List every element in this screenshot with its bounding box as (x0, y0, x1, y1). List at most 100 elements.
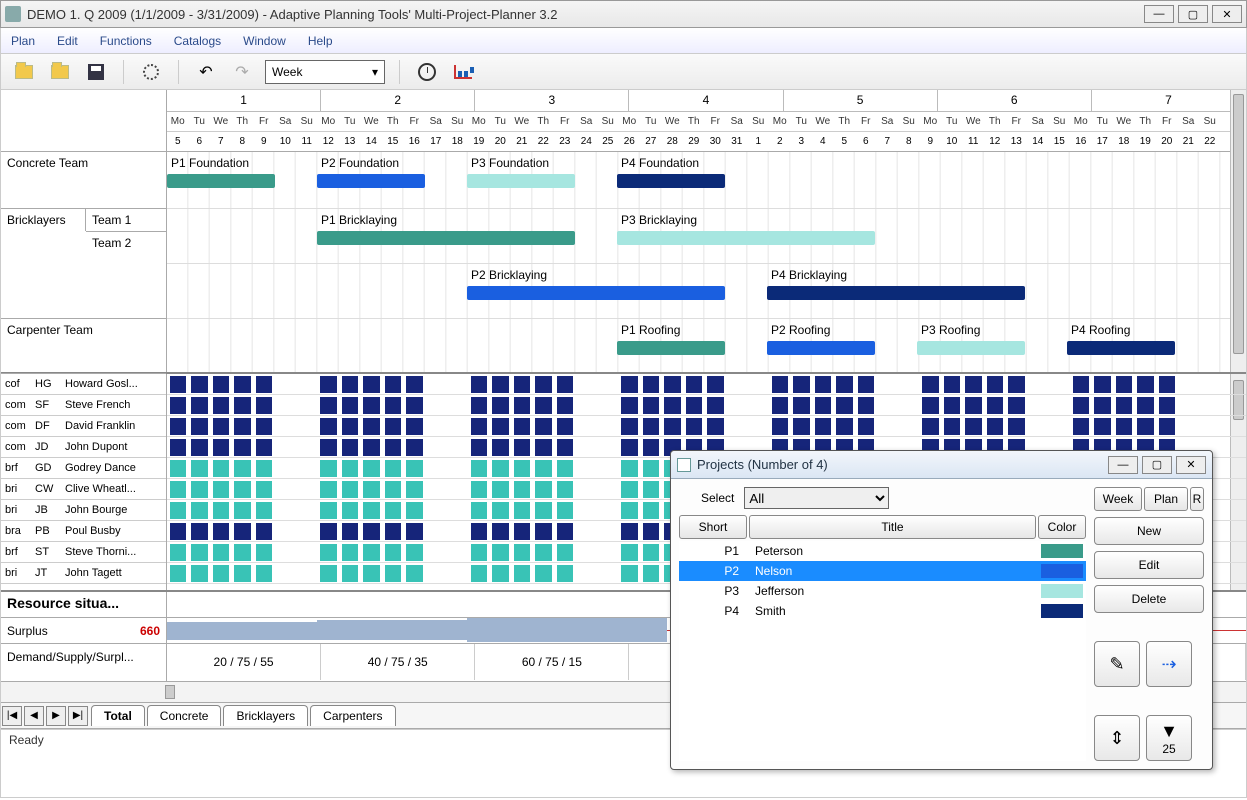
tab-nav-first[interactable]: |◀ (2, 706, 22, 726)
menu-catalogs[interactable]: Catalogs (170, 32, 225, 50)
tab-nav-last[interactable]: ▶| (68, 706, 88, 726)
save-button[interactable] (83, 60, 109, 84)
tab-bricklayers[interactable]: Bricklayers (223, 705, 308, 726)
chart-button[interactable] (450, 60, 476, 84)
project-row[interactable]: P2Nelson (679, 561, 1086, 581)
project-row[interactable]: P3Jefferson (679, 581, 1086, 601)
task-bar[interactable] (317, 174, 425, 188)
resource-row-header[interactable]: cofHGHoward Gosl... (1, 374, 166, 395)
open-button[interactable] (11, 60, 37, 84)
allocation-block (879, 418, 896, 435)
resource-row-header[interactable]: briJBJohn Bourge (1, 500, 166, 521)
allocation-block (277, 523, 294, 540)
col-plan[interactable]: Plan (1144, 487, 1188, 511)
task-bar[interactable] (617, 174, 725, 188)
col-title[interactable]: Title (749, 515, 1036, 539)
allocation-block (492, 544, 509, 561)
daynum-header: 12 (984, 132, 1006, 151)
project-row[interactable]: P1Peterson (679, 541, 1086, 561)
pencil-tool-button[interactable]: ✎ (1094, 641, 1140, 687)
edit-button[interactable]: Edit (1094, 551, 1204, 579)
minimize-button[interactable]: — (1144, 5, 1174, 23)
maximize-button[interactable]: ▢ (1178, 5, 1208, 23)
allocation-block (363, 565, 380, 582)
zoom-button[interactable]: ▼ 25 (1146, 715, 1192, 761)
menu-help[interactable]: Help (304, 32, 337, 50)
clock-button[interactable] (414, 60, 440, 84)
allocation-block (1094, 376, 1111, 393)
resource-row-header[interactable]: briCWClive Wheatl... (1, 479, 166, 500)
day-header: Su (597, 112, 619, 131)
resource-row-header[interactable]: comJDJohn Dupont (1, 437, 166, 458)
task-bar[interactable] (467, 286, 725, 300)
daynum-header: 8 (898, 132, 920, 151)
allocation-block (256, 544, 273, 561)
col-short[interactable]: Short (679, 515, 747, 539)
dialog-maximize-button[interactable]: ▢ (1142, 456, 1172, 474)
timescale-select[interactable]: Week ▾ (265, 60, 385, 84)
resource-row-header[interactable]: brfGDGodrey Dance (1, 458, 166, 479)
resource-row[interactable] (167, 416, 1246, 437)
menu-functions[interactable]: Functions (96, 32, 156, 50)
resource-row-header[interactable]: brfSTSteve Thorni... (1, 542, 166, 563)
resource-row-header[interactable]: braPBPoul Busby (1, 521, 166, 542)
task-bar[interactable] (767, 341, 875, 355)
allocation-block (535, 376, 552, 393)
task-bar[interactable] (167, 174, 275, 188)
resource-row[interactable] (167, 374, 1246, 395)
select-filter[interactable]: All (744, 487, 889, 509)
link-tool-button[interactable]: ⇢ (1146, 641, 1192, 687)
task-bar[interactable] (617, 231, 875, 245)
allocation-block (965, 376, 982, 393)
project-row[interactable]: P4Smith (679, 601, 1086, 621)
new-button[interactable]: New (1094, 517, 1204, 545)
allocation-block (492, 460, 509, 477)
redo-button[interactable] (229, 60, 255, 84)
task-bar[interactable] (767, 286, 1025, 300)
tab-nav-prev[interactable]: ◀ (24, 706, 44, 726)
tab-nav-next[interactable]: ▶ (46, 706, 66, 726)
resource-row[interactable] (167, 395, 1246, 416)
task-bar[interactable] (317, 231, 575, 245)
dialog-close-button[interactable]: ✕ (1176, 456, 1206, 474)
tab-carpenters[interactable]: Carpenters (310, 705, 395, 726)
tab-total[interactable]: Total (91, 705, 145, 726)
col-r[interactable]: R (1190, 487, 1204, 511)
gantt-vscroll[interactable] (1230, 90, 1246, 372)
align-tool-button[interactable]: ⇕ (1094, 715, 1140, 761)
gantt-timeline[interactable]: 1234567 MoTuWeThFrSaSuMoTuWeThFrSaSuMoTu… (167, 90, 1246, 372)
menu-plan[interactable]: Plan (7, 32, 39, 50)
undo-button[interactable] (193, 60, 219, 84)
close-button[interactable]: ✕ (1212, 5, 1242, 23)
menu-edit[interactable]: Edit (53, 32, 82, 50)
allocation-block (471, 523, 488, 540)
allocation-block (514, 418, 531, 435)
allocation-block (428, 439, 445, 456)
task-bar[interactable] (917, 341, 1025, 355)
resource-row-header[interactable]: comSFSteve French (1, 395, 166, 416)
tab-concrete[interactable]: Concrete (147, 705, 222, 726)
allocation-block (471, 502, 488, 519)
dialog-titlebar[interactable]: Projects (Number of 4) — ▢ ✕ (671, 451, 1212, 479)
open2-button[interactable] (47, 60, 73, 84)
day-header: Fr (554, 112, 576, 131)
task-bar[interactable] (467, 174, 575, 188)
row-team1: Team 1 (86, 209, 166, 232)
allocation-block (750, 418, 767, 435)
resource-row-header[interactable]: briJTJohn Tagett (1, 563, 166, 584)
task-bar[interactable] (1067, 341, 1175, 355)
project-list[interactable]: P1Peterson P2Nelson P3Jefferson P4Smith (679, 541, 1086, 761)
menu-window[interactable]: Window (239, 32, 290, 50)
settings-button[interactable] (138, 60, 164, 84)
task-bar[interactable] (617, 341, 725, 355)
delete-button[interactable]: Delete (1094, 585, 1204, 613)
col-week[interactable]: Week (1094, 487, 1142, 511)
allocation-block (170, 376, 187, 393)
col-color[interactable]: Color (1038, 515, 1086, 539)
allocation-block (299, 418, 316, 435)
projects-dialog[interactable]: Projects (Number of 4) — ▢ ✕ Select All … (670, 450, 1213, 770)
allocation-block (320, 418, 337, 435)
dialog-minimize-button[interactable]: — (1108, 456, 1138, 474)
resource-row-header[interactable]: comDFDavid Franklin (1, 416, 166, 437)
allocation-block (557, 502, 574, 519)
